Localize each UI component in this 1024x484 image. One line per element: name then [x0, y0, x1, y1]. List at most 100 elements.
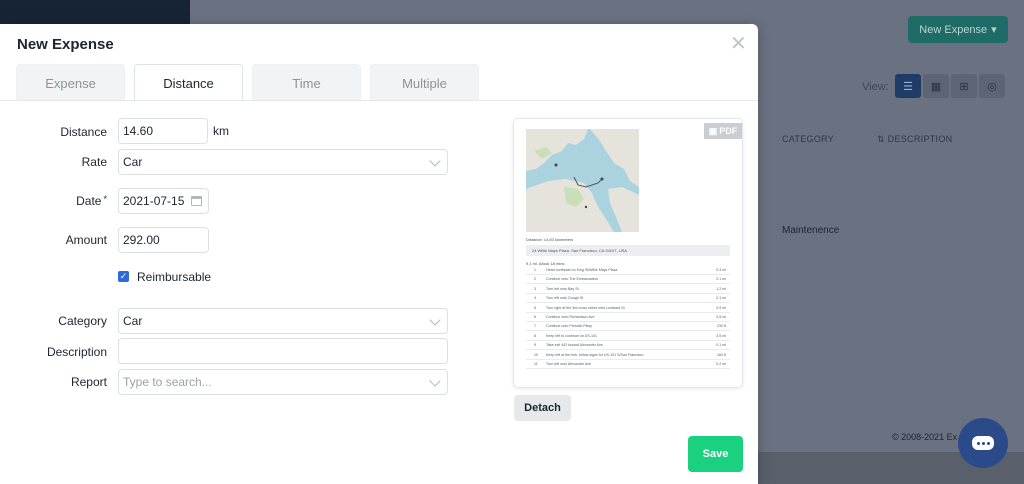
chevron-down-icon	[429, 314, 441, 326]
route-step-text: Continue onto Richardson Ave	[546, 315, 595, 319]
route-step-number: 7	[534, 324, 536, 329]
tab-divider	[0, 100, 758, 101]
column-header-description[interactable]: ⇅ DESCRIPTION	[877, 134, 952, 145]
route-step-row: 1 Head northeast on King St/Willie Mays P…	[526, 267, 730, 275]
route-step-number: 9	[534, 343, 536, 348]
route-step-text: Continue onto Presidio Pkwy	[546, 324, 592, 329]
date-value: 2021-07-15	[123, 194, 185, 208]
distance-input[interactable]: 14.60	[118, 118, 208, 144]
route-step-text: Take exit 442 toward Alexander Ave	[546, 343, 603, 348]
route-step-row: 7 Continue onto Presidio Pkwy 230 ft	[526, 323, 730, 332]
route-step-number: 11	[534, 362, 538, 366]
view-label: View:	[862, 81, 889, 93]
tab-expense[interactable]: Expense	[16, 64, 125, 101]
receipt-distance-line: Distance: 14.60 kilometers	[526, 237, 574, 242]
report-label: Report	[70, 375, 107, 389]
required-marker: *	[103, 194, 107, 204]
route-step-row: 9 Take exit 442 toward Alexander Ave 0.1 m…	[526, 342, 730, 351]
calendar-icon[interactable]	[191, 196, 202, 206]
route-step-text: Continue onto The Embarcadero	[546, 277, 599, 282]
route-step-text: Head northeast on King St/Willie Mays Pl…	[546, 268, 618, 272]
route-step-text: Turn left onto Gough St	[546, 296, 584, 301]
new-expense-modal: New Expense ✕ Expense Distance Time Mult…	[0, 24, 758, 484]
route-step-text: Keep left at the fork, follow signs for …	[546, 352, 644, 357]
grid-view-icon[interactable]: ▦	[923, 74, 949, 98]
pdf-badge: ▣ PDF	[704, 123, 742, 139]
table-view-icon[interactable]: ⊞	[951, 74, 977, 98]
date-label-text: Date	[76, 194, 102, 208]
tab-time[interactable]: Time	[252, 64, 361, 101]
route-step-distance: 0.5 mi	[716, 315, 726, 319]
view-switcher: ☰ ▦ ⊞ ◎	[895, 74, 1005, 98]
route-step-distance: 230 ft	[717, 324, 726, 329]
route-step-number: 10	[534, 352, 538, 357]
pdf-tag-label: PDF	[719, 126, 738, 136]
column-header-description-label: DESCRIPTION	[887, 134, 953, 144]
distance-label: Distance	[60, 125, 107, 139]
list-view-icon[interactable]: ☰	[895, 74, 921, 98]
chevron-down-icon: ▾	[991, 24, 997, 36]
receipt-address: 24 Willie Mays Plaza, San Francisco, CA …	[532, 248, 627, 253]
chat-icon	[972, 436, 994, 450]
route-step-distance: 0.2 mi	[716, 362, 726, 366]
route-step-row: 11 Turn left onto Alexander Ave 0.2 mi	[526, 361, 730, 369]
date-input[interactable]: 2021-07-15	[118, 188, 209, 214]
route-step-row: 5 Turn right at the 3rd cross street onto…	[526, 305, 730, 313]
pdf-icon: ▣	[708, 125, 718, 136]
route-step-row: 10 Keep left at the fork, follow signs fo…	[526, 352, 730, 360]
description-input[interactable]	[118, 338, 448, 364]
route-step-text: Turn right at the 3rd cross street onto …	[546, 305, 625, 310]
category-value: Car	[123, 314, 143, 328]
tab-bar: Expense Distance Time Multiple	[16, 64, 479, 102]
rate-select[interactable]: Car	[118, 149, 448, 175]
route-step-number: 1	[534, 268, 536, 272]
route-step-distance: 0.3 mi	[716, 268, 726, 272]
route-step-number: 8	[534, 333, 536, 338]
report-placeholder: Type to search...	[123, 375, 212, 389]
route-map-image	[526, 129, 639, 232]
tab-multiple[interactable]: Multiple	[370, 64, 479, 101]
route-step-number: 2	[534, 277, 536, 282]
category-select[interactable]: Car	[118, 308, 448, 334]
map-graphic	[526, 129, 639, 232]
receipt-route-header: 9.1 mi. About 18 mins	[526, 261, 565, 266]
save-button[interactable]: Save	[688, 436, 743, 472]
new-expense-dropdown-button[interactable]: New Expense ▾	[908, 16, 1008, 43]
route-step-distance: 164 ft	[717, 352, 726, 357]
date-label: Date *	[0, 194, 107, 208]
route-step-row: 6 Continue onto Richardson Ave 0.5 mi	[526, 314, 730, 322]
new-expense-label: New Expense	[919, 23, 988, 36]
report-search-select[interactable]: Type to search...	[118, 369, 448, 395]
route-step-row: 4 Turn left onto Gough St 0.1 mi	[526, 295, 730, 304]
rate-value: Car	[123, 155, 143, 169]
chat-widget-button[interactable]	[958, 418, 1008, 468]
rate-label: Rate	[81, 155, 107, 169]
amount-label: Amount	[65, 233, 107, 247]
detach-button[interactable]: Detach	[514, 395, 571, 421]
sort-icon: ⇅	[877, 134, 888, 144]
route-step-row: 3 Turn left onto Bay St 1.2 mi	[526, 286, 730, 294]
route-step-number: 4	[534, 296, 536, 301]
close-icon[interactable]: ✕	[730, 34, 747, 54]
route-step-number: 6	[534, 315, 536, 319]
column-header-category[interactable]: CATEGORY	[782, 134, 834, 144]
receipt-preview[interactable]: ▣ PDF Distance: 14.60 kilometers 24 Willi…	[513, 118, 743, 388]
description-label: Description	[46, 345, 107, 359]
map-view-icon[interactable]: ◎	[979, 74, 1005, 98]
route-step-distance: 0.9 mi	[716, 305, 726, 310]
chevron-down-icon	[429, 155, 441, 167]
reimbursable-label[interactable]: Reimbursable	[137, 270, 211, 284]
route-step-row: 2 Continue onto The Embarcadero 2.1 mi	[526, 276, 730, 285]
route-step-number: 5	[534, 305, 536, 310]
route-step-distance: 1.2 mi	[716, 286, 726, 291]
route-step-number: 3	[534, 286, 536, 291]
tab-distance[interactable]: Distance	[134, 64, 243, 102]
amount-input[interactable]: 292.00	[118, 227, 209, 253]
reimbursable-checkbox[interactable]: ✓	[118, 271, 129, 282]
route-step-distance: 0.1 mi	[716, 296, 726, 301]
route-step-distance: 0.1 mi	[716, 343, 726, 348]
route-step-distance: 2.1 mi	[716, 277, 726, 282]
route-step-row: 8 Keep left to continue on US-101 3.5 mi	[526, 333, 730, 341]
route-step-text: Keep left to continue on US-101	[546, 333, 597, 338]
route-step-distance: 3.5 mi	[716, 333, 726, 338]
